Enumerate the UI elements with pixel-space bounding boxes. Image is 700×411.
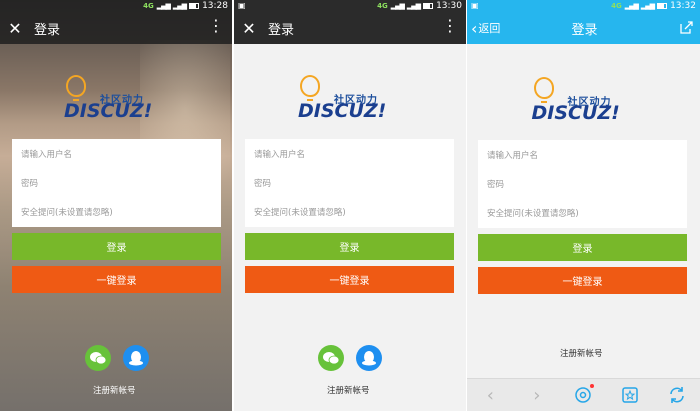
network-indicator: 4G	[611, 2, 622, 10]
discuz-logo: 社区动力 DISCUZ!	[64, 75, 182, 131]
security-question-select[interactable]: 安全提问(未设置请忽略)	[245, 197, 454, 226]
notification-dot	[590, 384, 595, 388]
wechat-login-icon[interactable]	[318, 345, 344, 371]
discuz-logo: 社区动力 DISCUZ!	[298, 75, 416, 131]
password-input[interactable]: 密码	[245, 168, 454, 197]
network-indicator: 4G	[377, 2, 388, 10]
login-screen-blurred: 4G ▂▄▆ ▂▄▆ 13:28 ✕ 登录 ⋮ 社区动力 DISCUZ! 请输入…	[0, 0, 232, 411]
qq-login-icon[interactable]	[356, 345, 382, 371]
signal-icon: ▂▄▆	[640, 2, 655, 10]
login-form: 请输入用户名 密码 安全提问(未设置请忽略)	[478, 140, 687, 228]
password-input[interactable]: 密码	[12, 168, 221, 197]
page-title: 登录	[268, 22, 295, 38]
page-title: 登录	[571, 22, 598, 38]
password-input[interactable]: 密码	[478, 169, 687, 198]
login-screen-browser: ▣ 4G ▂▄▆ ▂▄▆ 13:32 ‹ 返回 登录 社区动力 DISCUZ! …	[467, 0, 700, 411]
register-link[interactable]: 注册新帐号	[560, 347, 603, 359]
signal-icon: ▂▄▆	[406, 2, 421, 10]
login-screen-plain: ▣ 4G ▂▄▆ ▂▄▆ 13:30 ✕ 登录 ⋮ 社区动力 DISCUZ! 请…	[234, 0, 466, 411]
discuz-logo: 社区动力 DISCUZ!	[532, 77, 650, 133]
app-bar: ✕ 登录 ⋮	[0, 12, 232, 44]
app-bar: ‹ 返回 登录	[467, 12, 700, 44]
security-question-select[interactable]: 安全提问(未设置请忽略)	[12, 197, 221, 226]
signal-icon: ▂▄▆	[172, 2, 187, 10]
register-link[interactable]: 注册新帐号	[93, 384, 136, 396]
login-button[interactable]: 登录	[478, 234, 687, 261]
logo-en: DISCUZ!	[64, 100, 153, 122]
logo-en: DISCUZ!	[298, 100, 387, 122]
refresh-icon[interactable]	[664, 382, 690, 408]
close-icon[interactable]: ✕	[0, 19, 30, 38]
status-bar: 4G ▂▄▆ ▂▄▆ 13:28	[0, 0, 232, 12]
quick-login-button[interactable]: 一键登录	[12, 266, 221, 293]
qq-login-icon[interactable]	[123, 345, 149, 371]
more-menu-icon[interactable]: ⋮	[208, 18, 224, 34]
battery-icon	[423, 3, 434, 9]
app-bar: ✕ 登录 ⋮	[234, 12, 466, 44]
notification-icon: ▣	[471, 1, 479, 10]
browser-home-icon[interactable]	[570, 382, 596, 408]
status-time: 13:30	[436, 1, 462, 11]
page-title: 登录	[34, 22, 61, 38]
back-arrow-icon[interactable]: ‹	[477, 382, 503, 408]
login-form: 请输入用户名 密码 安全提问(未设置请忽略)	[245, 139, 454, 227]
back-label: 返回	[478, 22, 501, 35]
status-time: 13:32	[670, 1, 696, 11]
browser-toolbar: ‹ ›	[467, 378, 700, 411]
chevron-left-icon: ‹	[471, 18, 478, 38]
screenshot-collage: 4G ▂▄▆ ▂▄▆ 13:28 ✕ 登录 ⋮ 社区动力 DISCUZ! 请输入…	[0, 0, 700, 411]
battery-icon	[189, 3, 200, 9]
close-icon[interactable]: ✕	[234, 19, 264, 38]
bulb-icon	[300, 75, 320, 101]
security-question-select[interactable]: 安全提问(未设置请忽略)	[478, 198, 687, 227]
login-button[interactable]: 登录	[245, 233, 454, 260]
more-menu-icon[interactable]: ⋮	[442, 18, 458, 34]
status-bar: ▣ 4G ▂▄▆ ▂▄▆ 13:32	[467, 0, 700, 12]
logo-en: DISCUZ!	[531, 102, 620, 124]
notification-icon: ▣	[238, 1, 246, 10]
username-input[interactable]: 请输入用户名	[245, 139, 454, 168]
quick-login-button[interactable]: 一键登录	[245, 266, 454, 293]
signal-icon: ▂▄▆	[156, 2, 171, 10]
status-bar: ▣ 4G ▂▄▆ ▂▄▆ 13:30	[234, 0, 466, 12]
login-form: 请输入用户名 密码 安全提问(未设置请忽略)	[12, 139, 221, 227]
network-indicator: 4G	[143, 2, 154, 10]
status-time: 13:28	[202, 1, 228, 11]
bulb-icon	[533, 77, 554, 103]
battery-icon	[657, 3, 668, 9]
quick-login-button[interactable]: 一键登录	[478, 267, 687, 294]
share-icon[interactable]	[679, 20, 694, 39]
register-link[interactable]: 注册新帐号	[327, 384, 370, 396]
bulb-icon	[66, 75, 86, 101]
bookmark-star-icon[interactable]	[617, 382, 643, 408]
login-button[interactable]: 登录	[12, 233, 221, 260]
wechat-login-icon[interactable]	[85, 345, 111, 371]
forward-arrow-icon[interactable]: ›	[524, 382, 550, 408]
username-input[interactable]: 请输入用户名	[12, 139, 221, 168]
username-input[interactable]: 请输入用户名	[478, 140, 687, 169]
back-button[interactable]: ‹ 返回	[471, 19, 500, 38]
signal-icon: ▂▄▆	[390, 2, 405, 10]
signal-icon: ▂▄▆	[624, 2, 639, 10]
